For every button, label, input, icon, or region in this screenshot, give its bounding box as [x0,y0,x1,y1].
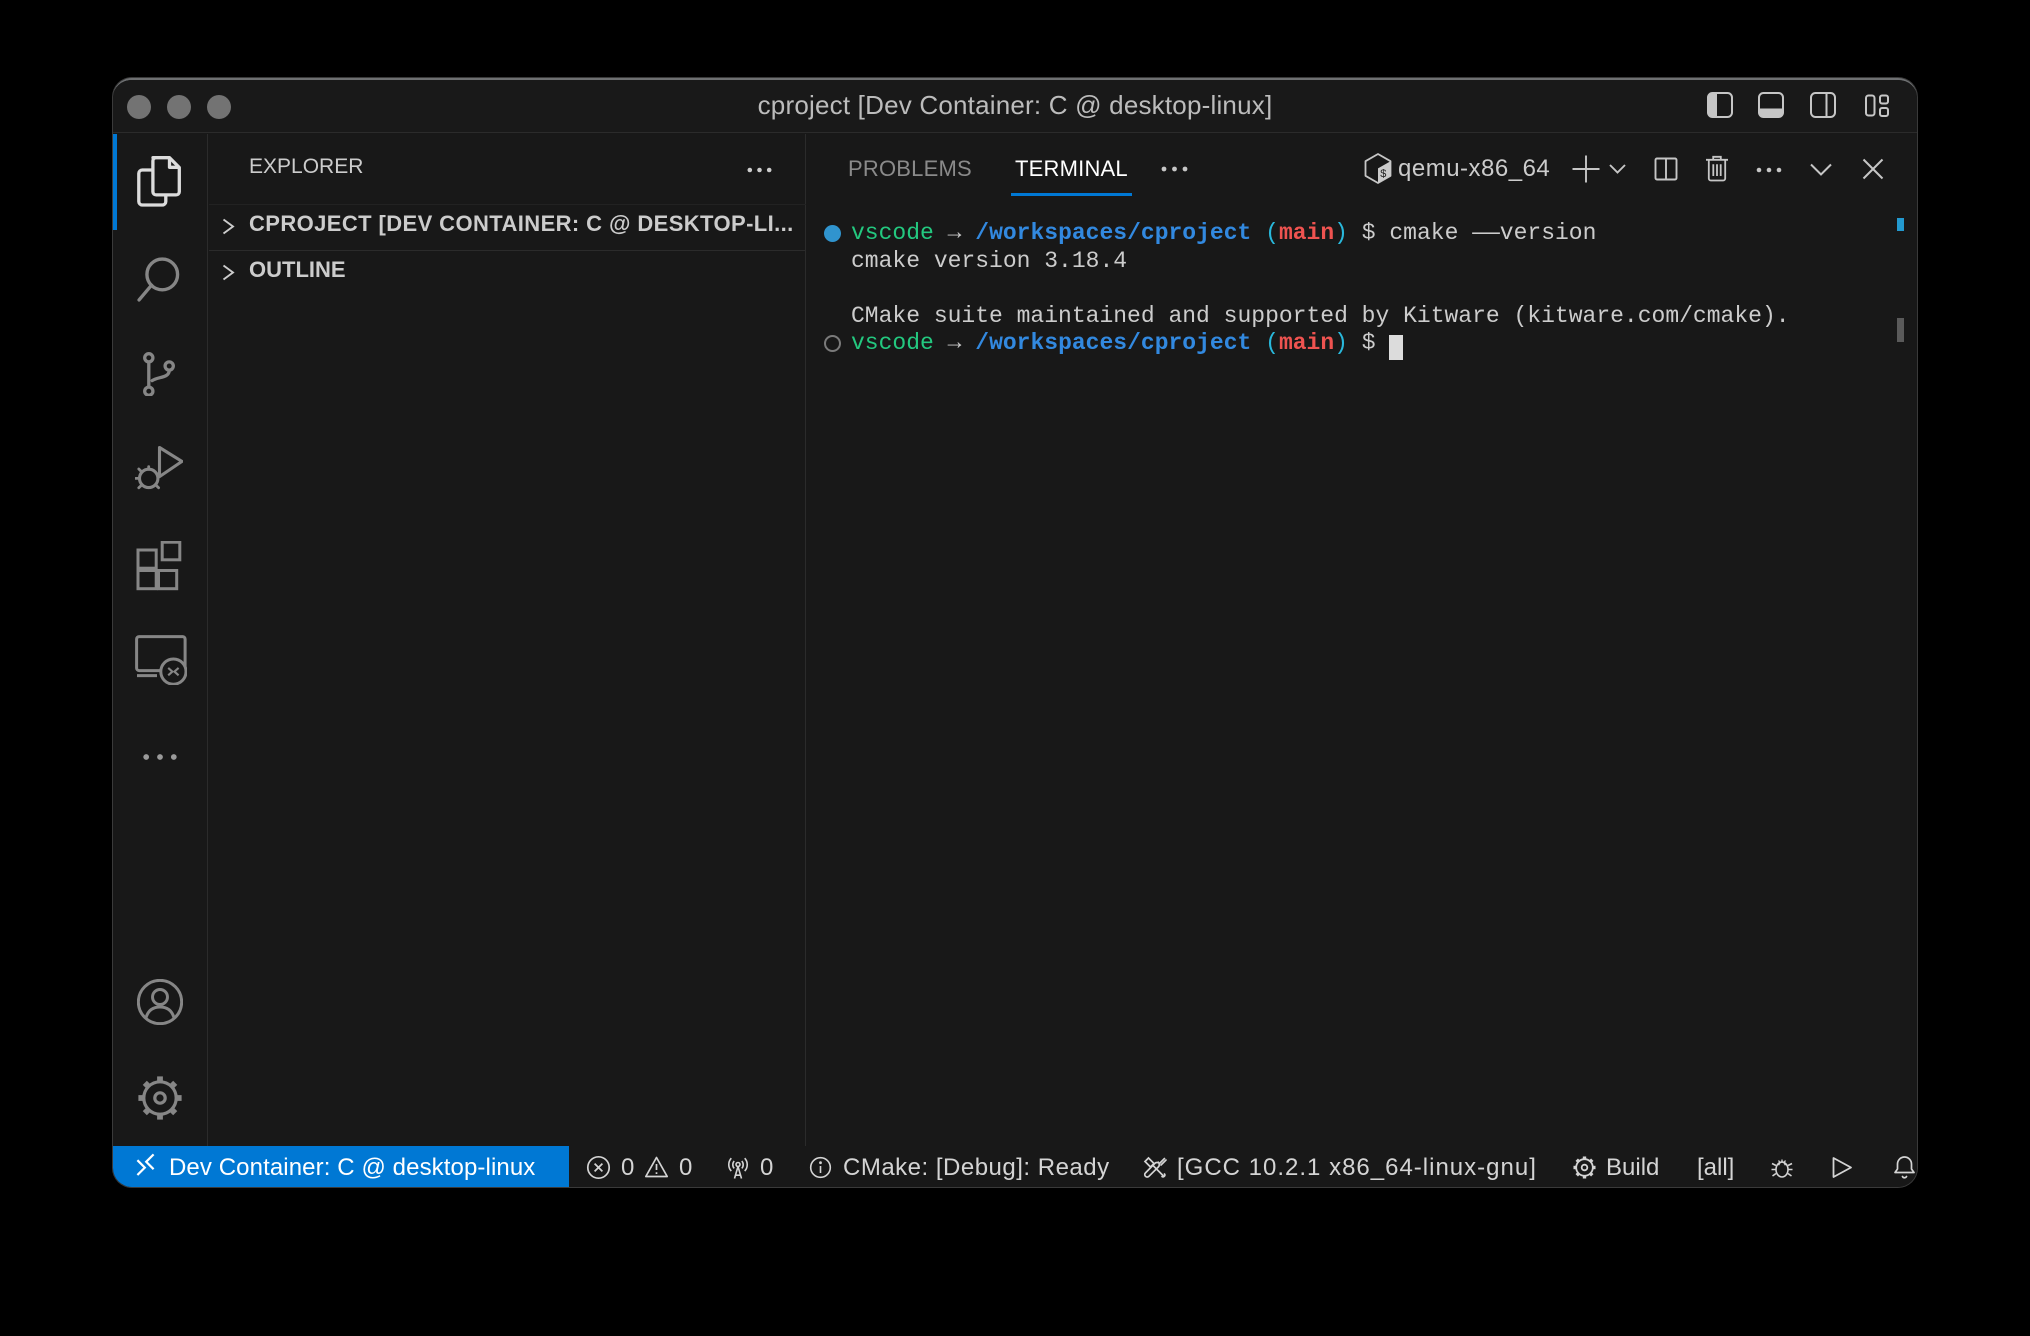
svg-text:$: $ [1380,169,1387,181]
